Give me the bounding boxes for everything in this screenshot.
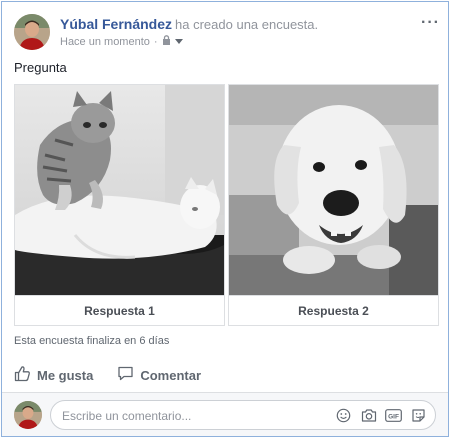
more-options-icon[interactable]: ··· bbox=[421, 14, 440, 32]
kittens-photo[interactable] bbox=[15, 85, 224, 295]
emoji-icon[interactable] bbox=[335, 407, 352, 424]
poll-question: Pregunta bbox=[14, 60, 67, 75]
poll-option-label: Respuesta 1 bbox=[15, 295, 224, 325]
author-line: Yúbal Fernández ha creado una encuesta. bbox=[60, 16, 318, 32]
poll-option-2[interactable]: Respuesta 2 bbox=[228, 84, 439, 326]
sticker-icon[interactable] bbox=[410, 407, 427, 424]
like-label: Me gusta bbox=[37, 367, 94, 383]
comment-placeholder: Escribe un comentario... bbox=[62, 409, 192, 423]
camera-icon[interactable] bbox=[360, 407, 377, 424]
lock-icon[interactable] bbox=[162, 35, 171, 48]
comment-tools: GIF bbox=[335, 407, 427, 424]
author-avatar[interactable] bbox=[14, 14, 50, 50]
post-card: Yúbal Fernández ha creado una encuesta. H… bbox=[1, 1, 449, 437]
puppy-photo[interactable] bbox=[229, 85, 438, 295]
like-button[interactable]: Me gusta bbox=[14, 365, 93, 385]
poll-options: Respuesta 1 Respuesta 2 bbox=[14, 84, 439, 326]
thumbs-up-icon bbox=[14, 365, 31, 385]
poll-option-1[interactable]: Respuesta 1 bbox=[14, 84, 225, 326]
author-name[interactable]: Yúbal Fernández bbox=[60, 16, 172, 32]
gif-icon[interactable]: GIF bbox=[385, 407, 402, 424]
comment-bubble-icon bbox=[117, 365, 134, 385]
comment-composer: Escribe un comentario... GIF bbox=[2, 392, 448, 436]
poll-end-notice: Esta encuesta finaliza en 6 días bbox=[14, 335, 170, 347]
audience-dropdown-icon[interactable] bbox=[174, 36, 183, 48]
comment-input[interactable]: Escribe un comentario... GIF bbox=[50, 400, 436, 430]
post-action-text: ha creado una encuesta. bbox=[175, 17, 319, 32]
post-meta: Hace un momento · bbox=[60, 35, 183, 48]
poll-option-label: Respuesta 2 bbox=[229, 295, 438, 325]
post-header: Yúbal Fernández ha creado una encuesta. H… bbox=[14, 14, 444, 54]
svg-text:GIF: GIF bbox=[388, 413, 399, 420]
comment-button[interactable]: Comentar bbox=[117, 365, 201, 385]
dot-separator: · bbox=[153, 35, 158, 48]
comment-label: Comentar bbox=[140, 367, 202, 383]
post-actions: Me gusta Comentar bbox=[14, 365, 434, 385]
post-timestamp[interactable]: Hace un momento bbox=[60, 36, 150, 48]
commenter-avatar bbox=[14, 401, 42, 429]
